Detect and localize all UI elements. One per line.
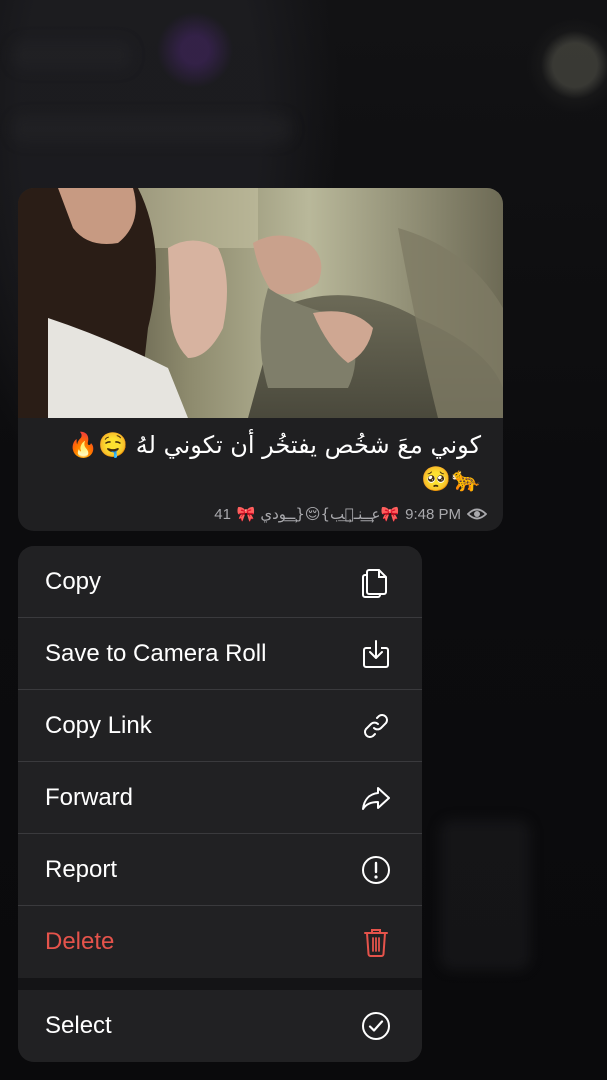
menu-item-copy[interactable]: Copy <box>18 546 422 618</box>
download-icon <box>358 636 394 672</box>
menu-item-label: Delete <box>45 928 115 955</box>
menu-item-select[interactable]: Select <box>18 990 422 1062</box>
menu-item-report[interactable]: Report <box>18 834 422 906</box>
trash-icon <box>358 924 394 960</box>
checkmark-circle-icon <box>358 1008 394 1044</box>
exclamation-circle-icon <box>358 852 394 888</box>
caption-line-1: كوني معَ شخُص يفتخُر أن تكوني لهُ 🤤🔥 <box>68 431 481 459</box>
forward-arrow-icon <box>358 780 394 816</box>
menu-item-label: Report <box>45 855 118 883</box>
menu-item-label: Select <box>45 1012 112 1039</box>
menu-item-forward[interactable]: Forward <box>18 762 422 834</box>
author-signature: 🎀عـ͢͢ـنـ٘͢ب}😌{ـ͢͢ـودي 🎀 <box>236 505 400 523</box>
view-count: 41 <box>214 505 231 523</box>
caption-line-2: 🐆🥺 <box>421 465 481 493</box>
menu-item-delete[interactable]: Delete <box>18 906 422 978</box>
context-menu: Copy Save to Camera Roll Copy Link Forwa… <box>18 546 422 1062</box>
message-photo[interactable] <box>18 188 503 418</box>
link-icon <box>358 708 394 744</box>
eye-icon <box>467 507 487 521</box>
message-caption: كوني معَ شخُص يفتخُر أن تكوني لهُ 🤤🔥 🐆🥺 <box>38 428 481 496</box>
message-meta: 41 🎀عـ͢͢ـنـ٘͢ب}😌{ـ͢͢ـودي 🎀 9:48 PM <box>18 503 487 525</box>
copy-icon <box>358 564 394 600</box>
menu-item-label: Save to Camera Roll <box>45 639 267 667</box>
menu-item-label: Copy <box>45 567 102 595</box>
menu-item-label: Forward <box>45 783 134 811</box>
message-bubble[interactable]: كوني معَ شخُص يفتخُر أن تكوني لهُ 🤤🔥 🐆🥺 … <box>18 188 503 531</box>
menu-item-save-to-camera-roll[interactable]: Save to Camera Roll <box>18 618 422 690</box>
menu-item-label: Copy Link <box>45 711 152 739</box>
message-time: 9:48 PM <box>405 505 461 523</box>
menu-separator <box>18 978 422 990</box>
menu-item-copy-link[interactable]: Copy Link <box>18 690 422 762</box>
